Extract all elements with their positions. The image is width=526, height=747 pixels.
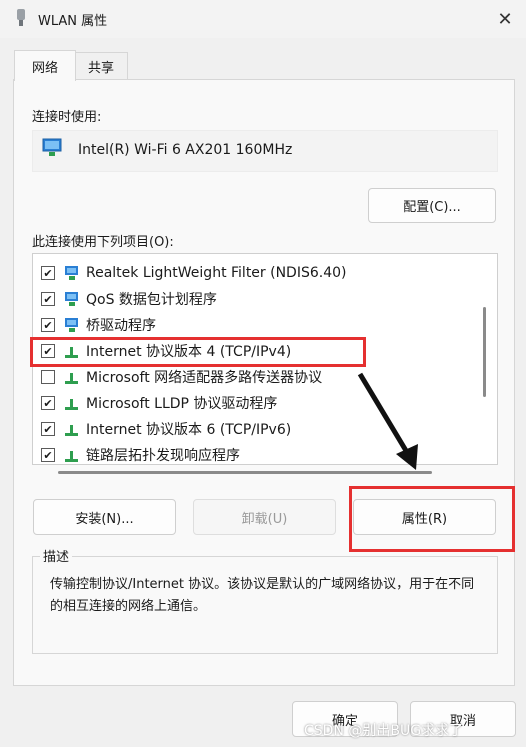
network-adapter-icon bbox=[42, 138, 62, 156]
ipv4-highlight-box bbox=[30, 337, 366, 367]
uninstall-button: 卸载(U) bbox=[193, 499, 336, 535]
checkbox[interactable]: ✔ bbox=[41, 292, 55, 306]
protocol-icon bbox=[65, 373, 78, 384]
list-item-label: Internet 协议版本 6 (TCP/IPv6) bbox=[86, 422, 292, 438]
checkbox[interactable]: ✔ bbox=[41, 422, 55, 436]
list-item-label: Microsoft 网络适配器多路传送器协议 bbox=[86, 370, 323, 386]
network-filter-icon bbox=[65, 292, 78, 306]
list-item-label: 桥驱动程序 bbox=[86, 318, 156, 334]
close-button[interactable]: ✕ bbox=[490, 6, 520, 32]
checkbox[interactable]: ✔ bbox=[41, 396, 55, 410]
checkbox[interactable] bbox=[41, 370, 55, 384]
checkbox[interactable]: ✔ bbox=[41, 266, 55, 280]
watermark: CSDN @别出BUG求求了 bbox=[304, 723, 464, 739]
list-item-label: QoS 数据包计划程序 bbox=[86, 292, 217, 308]
description-text: 传输控制协议/Internet 协议。该协议是默认的广域网络协议，用于在不同的相… bbox=[50, 577, 475, 614]
description-legend: 描述 bbox=[40, 546, 73, 565]
configure-button[interactable]: 配置(C)... bbox=[368, 188, 496, 223]
vertical-scrollbar[interactable] bbox=[483, 307, 486, 397]
tab-network[interactable]: 网络 bbox=[14, 50, 76, 81]
list-item[interactable]: ✔ 桥驱动程序 bbox=[33, 312, 473, 338]
adapter-name: Intel(R) Wi-Fi 6 AX201 160MHz bbox=[78, 142, 293, 158]
checkbox[interactable]: ✔ bbox=[41, 448, 55, 462]
checkbox[interactable]: ✔ bbox=[41, 318, 55, 332]
list-item-label: Realtek LightWeight Filter (NDIS6.40) bbox=[86, 265, 347, 281]
items-label: 此连接使用下列项目(O): bbox=[32, 235, 174, 250]
list-item[interactable]: ✔ Realtek LightWeight Filter (NDIS6.40) bbox=[33, 260, 473, 286]
tab-sharing[interactable]: 共享 bbox=[74, 52, 128, 80]
protocol-icon bbox=[65, 399, 78, 410]
wifi-adapter-icon bbox=[17, 9, 25, 26]
install-button[interactable]: 安装(N)... bbox=[33, 499, 176, 535]
properties-highlight-box bbox=[349, 486, 515, 552]
network-filter-icon bbox=[65, 266, 78, 280]
window-title: WLAN 属性 bbox=[38, 14, 108, 29]
arrow-annotation-icon bbox=[357, 372, 418, 470]
protocol-icon bbox=[65, 451, 78, 462]
connect-using-label: 连接时使用: bbox=[32, 110, 102, 125]
list-item[interactable]: ✔ QoS 数据包计划程序 bbox=[33, 286, 473, 312]
list-item-label: Microsoft LLDP 协议驱动程序 bbox=[86, 396, 278, 412]
protocol-icon bbox=[65, 425, 78, 436]
network-filter-icon bbox=[65, 318, 78, 332]
list-item-label: 链路层拓扑发现响应程序 bbox=[86, 448, 240, 464]
